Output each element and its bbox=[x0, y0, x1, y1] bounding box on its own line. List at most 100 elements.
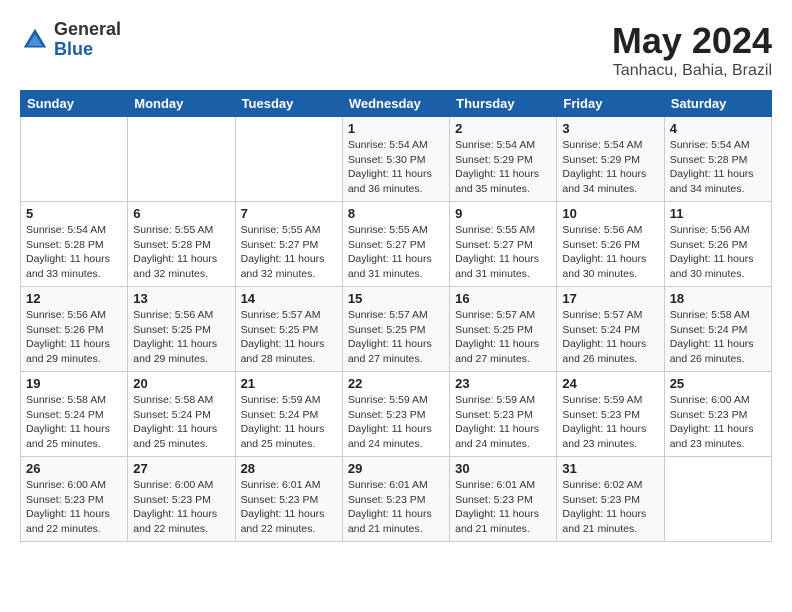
day-number: 12 bbox=[26, 291, 122, 306]
calendar-week-row: 26Sunrise: 6:00 AM Sunset: 5:23 PM Dayli… bbox=[21, 457, 772, 542]
day-info: Sunrise: 6:01 AM Sunset: 5:23 PM Dayligh… bbox=[241, 478, 337, 537]
calendar-cell: 31 Sunrise: 6:02 AM Sunset: 5:23 PM Dayli… bbox=[557, 457, 664, 542]
calendar-cell bbox=[21, 117, 128, 202]
day-number: 3 bbox=[562, 121, 658, 136]
day-info: Sunrise: 5:58 AM Sunset: 5:24 PM Dayligh… bbox=[670, 308, 766, 367]
calendar-cell: 22 Sunrise: 5:59 AM Sunset: 5:23 PM Dayli… bbox=[342, 372, 449, 457]
location: Tanhacu, Bahia, Brazil bbox=[612, 62, 772, 80]
day-number: 29 bbox=[348, 461, 444, 476]
calendar-cell: 26Sunrise: 6:00 AM Sunset: 5:23 PM Dayli… bbox=[21, 457, 128, 542]
day-info: Sunrise: 5:59 AM Sunset: 5:23 PM Dayligh… bbox=[455, 393, 551, 452]
calendar-week-row: 19 Sunrise: 5:58 AM Sunset: 5:24 PM Dayli… bbox=[21, 372, 772, 457]
calendar-cell: 21 Sunrise: 5:59 AM Sunset: 5:24 PM Dayli… bbox=[235, 372, 342, 457]
logo-blue: Blue bbox=[54, 40, 121, 60]
logo-general: General bbox=[54, 20, 121, 40]
day-info: Sunrise: 5:59 AM Sunset: 5:23 PM Dayligh… bbox=[562, 393, 658, 452]
calendar-cell: 23 Sunrise: 5:59 AM Sunset: 5:23 PM Dayli… bbox=[450, 372, 557, 457]
day-number: 5 bbox=[26, 206, 122, 221]
calendar-header: SundayMondayTuesdayWednesdayThursdayFrid… bbox=[21, 91, 772, 117]
day-info: Sunrise: 5:59 AM Sunset: 5:23 PM Dayligh… bbox=[348, 393, 444, 452]
calendar-cell: 4 Sunrise: 5:54 AM Sunset: 5:28 PM Daylig… bbox=[664, 117, 771, 202]
day-of-week-header: Monday bbox=[128, 91, 235, 117]
day-number: 25 bbox=[670, 376, 766, 391]
day-number: 27 bbox=[133, 461, 229, 476]
calendar-cell: 6Sunrise: 5:55 AM Sunset: 5:28 PM Daylig… bbox=[128, 202, 235, 287]
day-info: Sunrise: 5:55 AM Sunset: 5:27 PM Dayligh… bbox=[455, 223, 551, 282]
day-number: 10 bbox=[562, 206, 658, 221]
title-block: May 2024 Tanhacu, Bahia, Brazil bbox=[612, 20, 772, 80]
day-number: 14 bbox=[241, 291, 337, 306]
day-info: Sunrise: 6:00 AM Sunset: 5:23 PM Dayligh… bbox=[133, 478, 229, 537]
day-number: 8 bbox=[348, 206, 444, 221]
calendar-cell: 20 Sunrise: 5:58 AM Sunset: 5:24 PM Dayli… bbox=[128, 372, 235, 457]
calendar-cell: 3 Sunrise: 5:54 AM Sunset: 5:29 PM Daylig… bbox=[557, 117, 664, 202]
calendar-cell: 29 Sunrise: 6:01 AM Sunset: 5:23 PM Dayli… bbox=[342, 457, 449, 542]
day-number: 13 bbox=[133, 291, 229, 306]
day-of-week-header: Wednesday bbox=[342, 91, 449, 117]
calendar-cell: 5 Sunrise: 5:54 AM Sunset: 5:28 PM Daylig… bbox=[21, 202, 128, 287]
logo: General Blue bbox=[20, 20, 121, 60]
day-number: 28 bbox=[241, 461, 337, 476]
day-info: Sunrise: 5:55 AM Sunset: 5:27 PM Dayligh… bbox=[348, 223, 444, 282]
day-number: 7 bbox=[241, 206, 337, 221]
day-info: Sunrise: 5:59 AM Sunset: 5:24 PM Dayligh… bbox=[241, 393, 337, 452]
calendar-cell: 18 Sunrise: 5:58 AM Sunset: 5:24 PM Dayli… bbox=[664, 287, 771, 372]
day-info: Sunrise: 5:54 AM Sunset: 5:28 PM Dayligh… bbox=[670, 138, 766, 197]
day-info: Sunrise: 6:00 AM Sunset: 5:23 PM Dayligh… bbox=[670, 393, 766, 452]
day-number: 4 bbox=[670, 121, 766, 136]
calendar-cell: 15Sunrise: 5:57 AM Sunset: 5:25 PM Dayli… bbox=[342, 287, 449, 372]
day-number: 11 bbox=[670, 206, 766, 221]
calendar-cell: 10 Sunrise: 5:56 AM Sunset: 5:26 PM Dayli… bbox=[557, 202, 664, 287]
day-of-week-header: Friday bbox=[557, 91, 664, 117]
day-info: Sunrise: 5:54 AM Sunset: 5:28 PM Dayligh… bbox=[26, 223, 122, 282]
calendar-cell bbox=[664, 457, 771, 542]
day-info: Sunrise: 5:56 AM Sunset: 5:26 PM Dayligh… bbox=[562, 223, 658, 282]
calendar-cell: 14 Sunrise: 5:57 AM Sunset: 5:25 PM Dayli… bbox=[235, 287, 342, 372]
day-of-week-header: Thursday bbox=[450, 91, 557, 117]
day-number: 16 bbox=[455, 291, 551, 306]
day-number: 31 bbox=[562, 461, 658, 476]
day-of-week-header: Sunday bbox=[21, 91, 128, 117]
calendar-cell: 1 Sunrise: 5:54 AM Sunset: 5:30 PM Daylig… bbox=[342, 117, 449, 202]
day-info: Sunrise: 5:56 AM Sunset: 5:25 PM Dayligh… bbox=[133, 308, 229, 367]
day-number: 18 bbox=[670, 291, 766, 306]
calendar-cell: 2Sunrise: 5:54 AM Sunset: 5:29 PM Daylig… bbox=[450, 117, 557, 202]
day-info: Sunrise: 5:55 AM Sunset: 5:28 PM Dayligh… bbox=[133, 223, 229, 282]
day-number: 21 bbox=[241, 376, 337, 391]
day-info: Sunrise: 5:54 AM Sunset: 5:30 PM Dayligh… bbox=[348, 138, 444, 197]
calendar-cell: 30Sunrise: 6:01 AM Sunset: 5:23 PM Dayli… bbox=[450, 457, 557, 542]
day-info: Sunrise: 5:56 AM Sunset: 5:26 PM Dayligh… bbox=[26, 308, 122, 367]
calendar-cell: 7 Sunrise: 5:55 AM Sunset: 5:27 PM Daylig… bbox=[235, 202, 342, 287]
day-number: 22 bbox=[348, 376, 444, 391]
day-info: Sunrise: 5:54 AM Sunset: 5:29 PM Dayligh… bbox=[562, 138, 658, 197]
day-info: Sunrise: 5:54 AM Sunset: 5:29 PM Dayligh… bbox=[455, 138, 551, 197]
calendar-cell: 25 Sunrise: 6:00 AM Sunset: 5:23 PM Dayli… bbox=[664, 372, 771, 457]
calendar-cell: 13 Sunrise: 5:56 AM Sunset: 5:25 PM Dayli… bbox=[128, 287, 235, 372]
days-of-week-row: SundayMondayTuesdayWednesdayThursdayFrid… bbox=[21, 91, 772, 117]
day-info: Sunrise: 5:57 AM Sunset: 5:24 PM Dayligh… bbox=[562, 308, 658, 367]
day-info: Sunrise: 6:01 AM Sunset: 5:23 PM Dayligh… bbox=[348, 478, 444, 537]
calendar: SundayMondayTuesdayWednesdayThursdayFrid… bbox=[20, 90, 772, 542]
day-number: 9 bbox=[455, 206, 551, 221]
day-number: 1 bbox=[348, 121, 444, 136]
day-info: Sunrise: 5:58 AM Sunset: 5:24 PM Dayligh… bbox=[133, 393, 229, 452]
day-info: Sunrise: 5:57 AM Sunset: 5:25 PM Dayligh… bbox=[241, 308, 337, 367]
day-info: Sunrise: 5:56 AM Sunset: 5:26 PM Dayligh… bbox=[670, 223, 766, 282]
day-number: 20 bbox=[133, 376, 229, 391]
day-info: Sunrise: 5:57 AM Sunset: 5:25 PM Dayligh… bbox=[348, 308, 444, 367]
day-info: Sunrise: 5:55 AM Sunset: 5:27 PM Dayligh… bbox=[241, 223, 337, 282]
day-number: 23 bbox=[455, 376, 551, 391]
calendar-cell: 9 Sunrise: 5:55 AM Sunset: 5:27 PM Daylig… bbox=[450, 202, 557, 287]
day-info: Sunrise: 6:02 AM Sunset: 5:23 PM Dayligh… bbox=[562, 478, 658, 537]
logo-icon bbox=[20, 25, 50, 55]
calendar-body: 1 Sunrise: 5:54 AM Sunset: 5:30 PM Daylig… bbox=[21, 117, 772, 542]
day-number: 19 bbox=[26, 376, 122, 391]
calendar-cell: 12 Sunrise: 5:56 AM Sunset: 5:26 PM Dayli… bbox=[21, 287, 128, 372]
calendar-cell: 17Sunrise: 5:57 AM Sunset: 5:24 PM Dayli… bbox=[557, 287, 664, 372]
calendar-cell: 8 Sunrise: 5:55 AM Sunset: 5:27 PM Daylig… bbox=[342, 202, 449, 287]
day-info: Sunrise: 6:00 AM Sunset: 5:23 PM Dayligh… bbox=[26, 478, 122, 537]
day-info: Sunrise: 5:57 AM Sunset: 5:25 PM Dayligh… bbox=[455, 308, 551, 367]
logo-text: General Blue bbox=[54, 20, 121, 60]
day-number: 30 bbox=[455, 461, 551, 476]
calendar-cell: 19Sunrise: 5:58 AM Sunset: 5:24 PM Dayli… bbox=[21, 372, 128, 457]
